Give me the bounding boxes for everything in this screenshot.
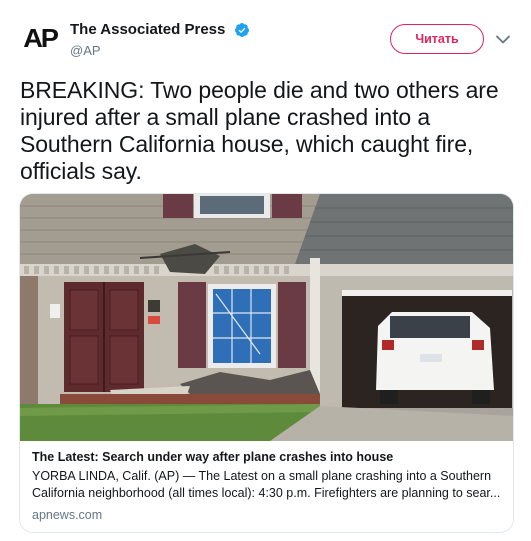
- author-name[interactable]: The Associated Press: [70, 21, 225, 38]
- card-description-line: YORBA LINDA, Calif. (AP) — The Latest on…: [32, 469, 492, 483]
- card-title[interactable]: The Latest: Search under way after plane…: [32, 449, 504, 466]
- author-info[interactable]: The Associated Press @AP: [70, 21, 250, 58]
- card-description-line: California neighborhood (all times local…: [32, 486, 501, 500]
- verified-badge-icon: [234, 22, 249, 37]
- chevron-down-icon[interactable]: [494, 30, 512, 48]
- tweet-text: BREAKING: Two people die and two others …: [20, 77, 499, 184]
- card-description: YORBA LINDA, Calif. (AP) — The Latest on…: [32, 468, 504, 502]
- follow-button[interactable]: Читать: [390, 24, 484, 54]
- card-body[interactable]: The Latest: Search under way after plane…: [32, 449, 504, 522]
- card-domain[interactable]: apnews.com: [32, 508, 504, 522]
- link-card[interactable]: The Latest: Search under way after plane…: [19, 193, 514, 533]
- tweet-header: AP The Associated Press @AP Читать: [20, 14, 515, 64]
- avatar-logo: AP: [23, 22, 59, 53]
- author-handle[interactable]: @AP: [70, 43, 250, 58]
- card-image[interactable]: [20, 194, 514, 441]
- chevron-down-glyph: [496, 35, 510, 43]
- avatar[interactable]: AP: [20, 18, 60, 58]
